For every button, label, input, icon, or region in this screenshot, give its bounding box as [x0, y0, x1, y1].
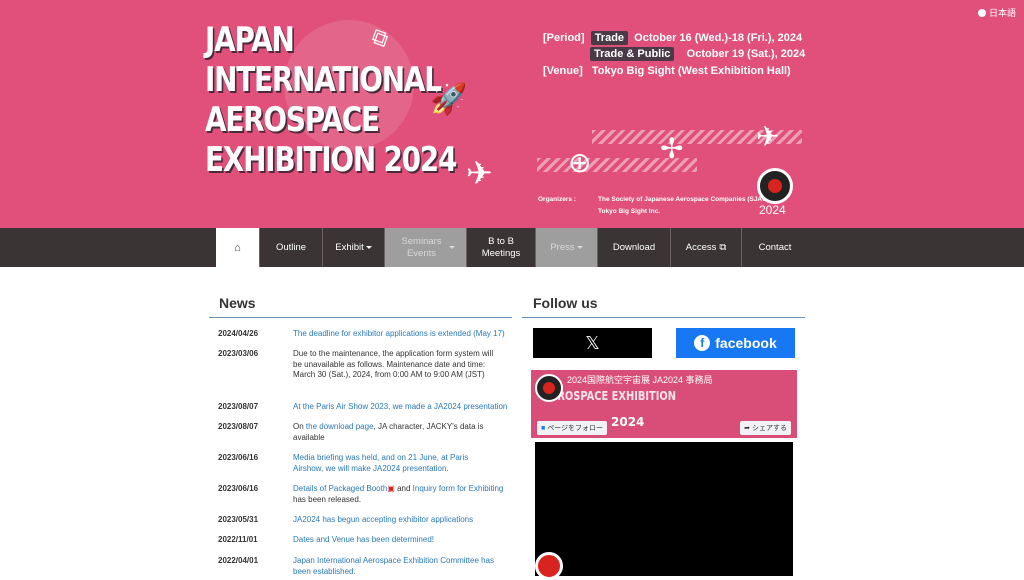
- news-text-part: and: [394, 484, 413, 493]
- nav-seminars-label: Seminars Events: [401, 235, 442, 259]
- news-date: 2023/03/06: [218, 349, 259, 358]
- title-line-4: EXHIBITION 2024: [205, 140, 457, 180]
- jet-icon: ✈: [756, 120, 780, 153]
- drone-icon: ⊕: [568, 146, 592, 179]
- fb-banner-year: 2024: [611, 415, 645, 429]
- trade-tag: Trade: [590, 31, 629, 45]
- hero-banner: JAPAN INTERNATIONAL AEROSPACE EXHIBITION…: [0, 0, 1024, 228]
- inquiry-form-link[interactable]: Inquiry form for Exhibiting: [413, 484, 504, 493]
- news-text: Due to the maintenance, the application …: [293, 349, 494, 379]
- external-link-icon: ⧉: [719, 241, 727, 253]
- nav-press[interactable]: Press: [536, 228, 598, 267]
- fb-share-label: シェアする: [752, 425, 787, 432]
- news-heading: News: [219, 295, 256, 311]
- facebook-label: facebook: [715, 335, 777, 351]
- news-text: Details of Packaged Booth▣ and Inquiry f…: [293, 484, 508, 505]
- pdf-icon: ▣: [387, 484, 395, 493]
- news-date: 2023/08/07: [218, 422, 259, 431]
- fb-page-name[interactable]: 2024国際航空宇宙展 JA2024 事務局: [567, 375, 717, 385]
- helicopter-icon: ✢: [660, 132, 684, 165]
- news-divider: [209, 317, 512, 318]
- x-button[interactable]: 𝕏: [533, 328, 652, 358]
- news-text: On the download page, JA character, JACK…: [293, 422, 498, 443]
- news-date: 2023/06/16: [218, 453, 259, 462]
- fb-page-avatar[interactable]: [535, 374, 563, 402]
- organizer-sjac: The Society of Japanese Aerospace Compan…: [598, 196, 769, 203]
- news-date: 2023/05/31: [218, 515, 259, 524]
- language-label: 日本語: [988, 9, 1016, 19]
- x-logo-icon: 𝕏: [585, 332, 600, 354]
- main-navbar: ⌂ Outline Exhibit Seminars Events B to B…: [0, 228, 1024, 267]
- follow-heading: Follow us: [533, 295, 598, 311]
- news-date: 2023/06/16: [218, 484, 259, 493]
- nav-outline[interactable]: Outline: [260, 228, 323, 267]
- news-link[interactable]: Dates and Venue has been determined!: [293, 535, 508, 546]
- nav-contact[interactable]: Contact: [742, 228, 808, 267]
- chevron-down-icon: [448, 246, 455, 249]
- title-line-3: AEROSPACE: [205, 100, 380, 140]
- nav-download[interactable]: Download: [598, 228, 671, 267]
- emblem-logo: [757, 168, 793, 204]
- facebook-icon: ■: [541, 425, 546, 432]
- venue-row: [Venue] Tokyo Big Sight (West Exhibition…: [543, 65, 791, 77]
- news-link[interactable]: JA2024 has begun accepting exhibitor app…: [293, 515, 508, 526]
- venue-label: [Venue]: [543, 65, 583, 77]
- nav-access[interactable]: Access ⧉: [671, 228, 742, 267]
- trade-dates: October 16 (Wed.)-18 (Fri.), 2024: [634, 32, 803, 44]
- airplane-icon: ✈: [466, 154, 493, 192]
- venue-text: Tokyo Big Sight (West Exhibition Hall): [591, 65, 791, 77]
- nav-exhibit-label: Exhibit: [335, 241, 364, 253]
- organizer-tokyo-big-sight: Tokyo Big Sight Inc.: [598, 208, 660, 215]
- language-switch[interactable]: 日本語: [977, 6, 1016, 19]
- news-link[interactable]: The deadline for exhibitor applications …: [293, 329, 508, 340]
- download-page-link[interactable]: the download page: [306, 422, 374, 431]
- title-line-1: JAPAN: [205, 20, 295, 60]
- nav-download-label: Download: [612, 241, 656, 253]
- news-date: 2022/11/01: [218, 535, 258, 544]
- nav-home[interactable]: ⌂: [216, 228, 260, 267]
- rocket-icon: 🚀: [430, 82, 468, 117]
- news-link[interactable]: At the Paris Air Show 2023, we made a JA…: [293, 402, 508, 413]
- nav-contact-label: Contact: [758, 241, 792, 253]
- home-icon: ⌂: [234, 241, 241, 254]
- fb-follow-button[interactable]: ■ ページをフォロー: [537, 421, 608, 435]
- globe-icon: [977, 8, 986, 17]
- title-line-2: INTERNATIONAL: [205, 60, 442, 100]
- news-date: 2022/04/01: [218, 556, 259, 565]
- nav-b2b-label: B to B Meetings: [481, 235, 521, 259]
- news-text-part: On: [293, 422, 306, 431]
- nav-exhibit[interactable]: Exhibit: [323, 228, 385, 267]
- fb-share-button[interactable]: ➦ シェアする: [740, 421, 791, 435]
- facebook-button[interactable]: f facebook: [676, 328, 795, 358]
- share-icon: ➦: [744, 425, 751, 432]
- news-date: 2023/08/07: [218, 402, 259, 411]
- nav-outline-label: Outline: [275, 241, 307, 253]
- news-link[interactable]: Media briefing was held, and on 21 June,…: [293, 453, 498, 474]
- packaged-booth-link[interactable]: Details of Packaged Booth: [293, 484, 387, 493]
- organizers-label: Organizers :: [538, 196, 576, 203]
- period-label: [Period]: [543, 32, 585, 44]
- public-tag: Trade & Public: [590, 47, 675, 61]
- chevron-down-icon: [365, 246, 372, 249]
- nav-seminars-events[interactable]: Seminars Events: [385, 228, 467, 267]
- public-row: Trade & Public October 19 (Sat.), 2024: [590, 47, 806, 61]
- fb-banner-title: AEROSPACE EXHIBITION: [543, 389, 677, 403]
- nav-b2b-meetings[interactable]: B to B Meetings: [467, 228, 536, 267]
- facebook-page-embed[interactable]: AEROSPACE EXHIBITION 2024 2024国際航空宇宙展 JA…: [531, 370, 797, 438]
- period-row: [Period] Trade October 16 (Wed.)-18 (Fri…: [543, 31, 803, 45]
- news-link[interactable]: Japan International Aerospace Exhibition…: [293, 556, 498, 577]
- news-text-part: has been released.: [293, 494, 362, 504]
- emblem-year: 2024: [759, 203, 786, 217]
- nav-access-label: Access: [685, 241, 717, 253]
- facebook-icon: f: [694, 335, 711, 351]
- nav-press-label: Press: [550, 241, 575, 253]
- follow-divider: [522, 317, 805, 318]
- fb-follow-label: ページをフォロー: [547, 425, 604, 432]
- news-date: 2024/04/26: [218, 329, 259, 338]
- fb-video-embed[interactable]: [535, 442, 793, 580]
- chevron-down-icon: [576, 246, 583, 249]
- public-date: October 19 (Sat.), 2024: [686, 48, 806, 60]
